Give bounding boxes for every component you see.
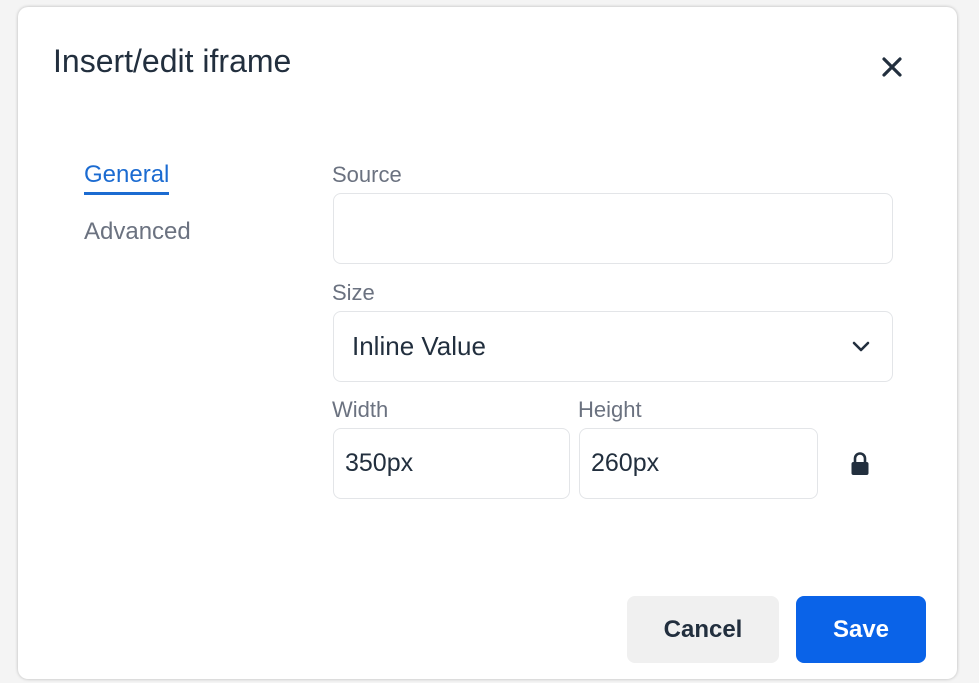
width-label: Width [332, 397, 389, 422]
tab-general-label: General [84, 161, 170, 188]
tab-general[interactable]: General [84, 161, 170, 195]
lock-icon[interactable] [850, 451, 870, 477]
size-label: Size [332, 280, 375, 305]
close-icon [882, 57, 902, 77]
chevron-down-icon [852, 341, 870, 351]
close-button[interactable] [868, 43, 916, 91]
tab-advanced[interactable]: Advanced [84, 218, 191, 246]
size-selected-value: Inline Value [352, 331, 486, 361]
source-label: Source [332, 162, 402, 187]
size-select[interactable]: Inline Value [333, 311, 893, 382]
iframe-dialog: Insert/edit iframe General Advanced Sour… [18, 7, 957, 679]
height-label: Height [578, 397, 642, 422]
cancel-button[interactable]: Cancel [627, 596, 779, 663]
height-input[interactable]: 260px [579, 428, 818, 499]
save-button[interactable]: Save [796, 596, 926, 663]
source-input[interactable] [333, 193, 893, 264]
tab-advanced-label: Advanced [84, 218, 191, 245]
dialog-title: Insert/edit iframe [53, 43, 292, 79]
active-tab-underline [84, 192, 170, 195]
width-input[interactable]: 350px [333, 428, 570, 499]
